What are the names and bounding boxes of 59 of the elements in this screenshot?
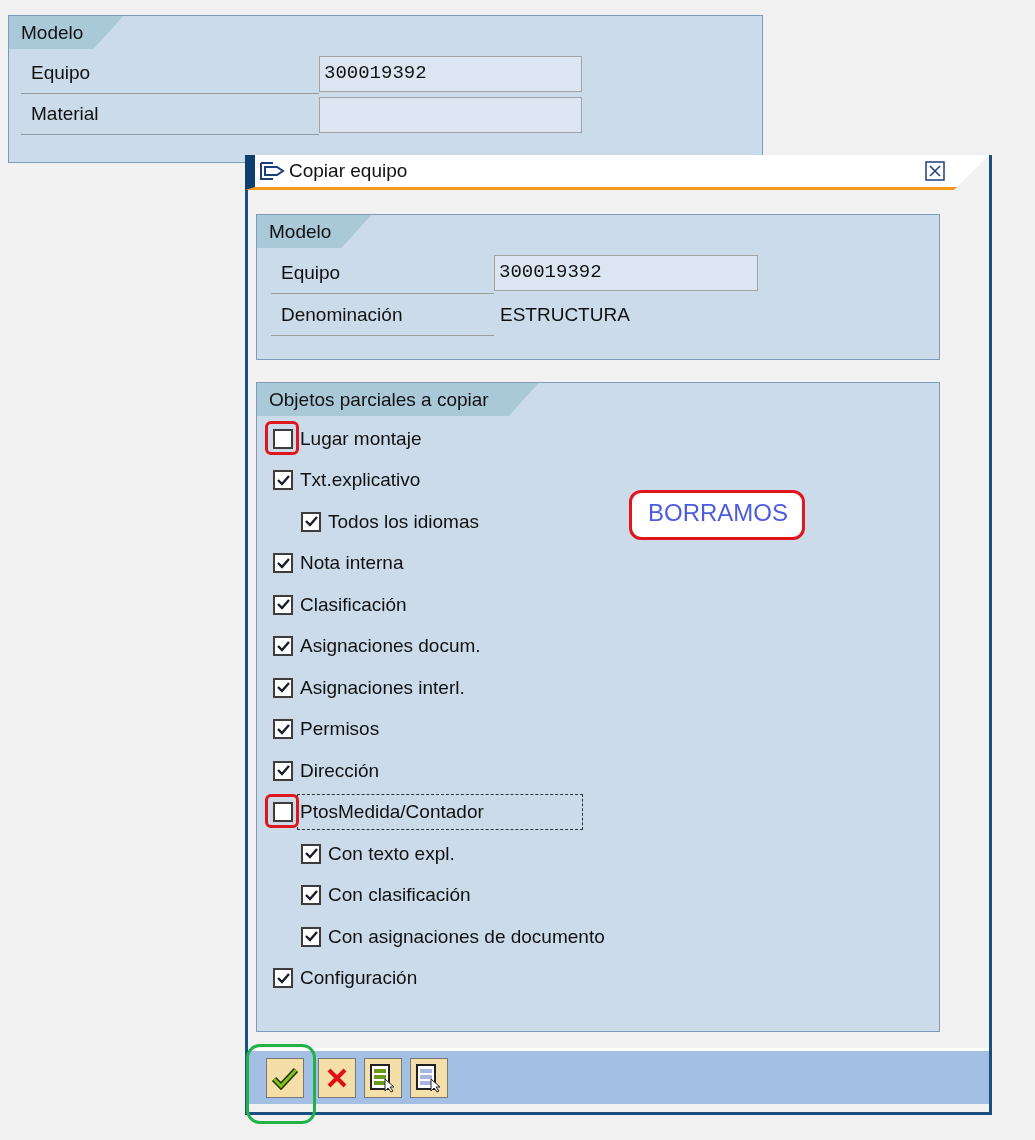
checkbox[interactable] bbox=[301, 511, 321, 532]
checkbox-label[interactable]: Dirección bbox=[297, 752, 383, 789]
checkbox[interactable] bbox=[273, 760, 293, 781]
checkbox[interactable] bbox=[273, 968, 293, 989]
checkbox[interactable] bbox=[273, 677, 293, 698]
checkbox[interactable] bbox=[273, 428, 293, 449]
window-arrow-icon bbox=[259, 161, 285, 181]
checkbox[interactable] bbox=[301, 885, 321, 906]
checkbox-label[interactable]: Permisos bbox=[297, 711, 383, 748]
check-icon bbox=[276, 765, 290, 777]
checkbox[interactable] bbox=[301, 926, 321, 947]
check-icon bbox=[276, 474, 290, 486]
group-title: Objetos parciales a copiar bbox=[257, 383, 539, 416]
checkbox-label[interactable]: Txt.explicativo bbox=[297, 462, 424, 499]
group-title: Modelo bbox=[257, 215, 372, 248]
field-value: ESTRUCTURA bbox=[499, 304, 630, 326]
checkbox-label[interactable]: Con clasificación bbox=[325, 877, 474, 914]
checkbox[interactable] bbox=[273, 553, 293, 574]
checkbox-label[interactable]: Asignaciones interl. bbox=[297, 669, 468, 706]
checkbox[interactable] bbox=[301, 843, 321, 864]
select-all-button[interactable] bbox=[364, 1057, 402, 1098]
checkbox-label[interactable]: Todos los idiomas bbox=[325, 503, 483, 540]
check-icon bbox=[276, 599, 290, 611]
check-icon bbox=[276, 557, 290, 569]
list-cursor-icon bbox=[369, 1062, 397, 1093]
checkbox-label[interactable]: Con asignaciones de documento bbox=[325, 918, 608, 955]
checkbox-label[interactable]: Con texto expl. bbox=[325, 835, 458, 872]
check-icon bbox=[304, 848, 318, 860]
checkbox[interactable] bbox=[273, 594, 293, 615]
checkbox-label[interactable]: Asignaciones docum. bbox=[297, 628, 484, 665]
checkbox-label[interactable]: Clasificación bbox=[297, 586, 410, 623]
annotation-label: BORRAMOS bbox=[629, 490, 805, 540]
checkbox-label[interactable]: Configuración bbox=[297, 960, 421, 997]
checkmark-icon bbox=[271, 1065, 299, 1090]
cancel-button[interactable] bbox=[318, 1057, 356, 1098]
check-icon bbox=[304, 516, 318, 528]
checkbox[interactable] bbox=[273, 719, 293, 740]
checkbox[interactable] bbox=[273, 636, 293, 657]
group-title: Modelo bbox=[9, 16, 124, 49]
check-icon bbox=[276, 640, 290, 652]
check-icon bbox=[304, 889, 318, 901]
checkbox[interactable] bbox=[273, 802, 293, 823]
input-field[interactable]: 300019392 bbox=[319, 55, 582, 92]
confirm-button[interactable] bbox=[266, 1057, 304, 1098]
input-field[interactable] bbox=[319, 96, 582, 133]
input-field[interactable]: 300019392 bbox=[494, 255, 758, 291]
checkbox-label[interactable]: PtosMedida/Contador bbox=[297, 794, 583, 831]
checkbox-label[interactable]: Nota interna bbox=[297, 545, 407, 582]
check-icon bbox=[276, 682, 290, 694]
field-label: Denominación bbox=[271, 294, 494, 336]
list-cursor-icon bbox=[415, 1062, 443, 1093]
check-icon bbox=[304, 931, 318, 943]
check-icon bbox=[276, 972, 290, 984]
checkbox-label[interactable]: Lugar montaje bbox=[297, 420, 425, 457]
close-icon[interactable] bbox=[925, 161, 945, 181]
checkbox[interactable] bbox=[273, 470, 293, 491]
window-title: Copiar equipo bbox=[289, 160, 409, 182]
check-icon bbox=[276, 723, 290, 735]
deselect-all-button[interactable] bbox=[410, 1057, 448, 1098]
